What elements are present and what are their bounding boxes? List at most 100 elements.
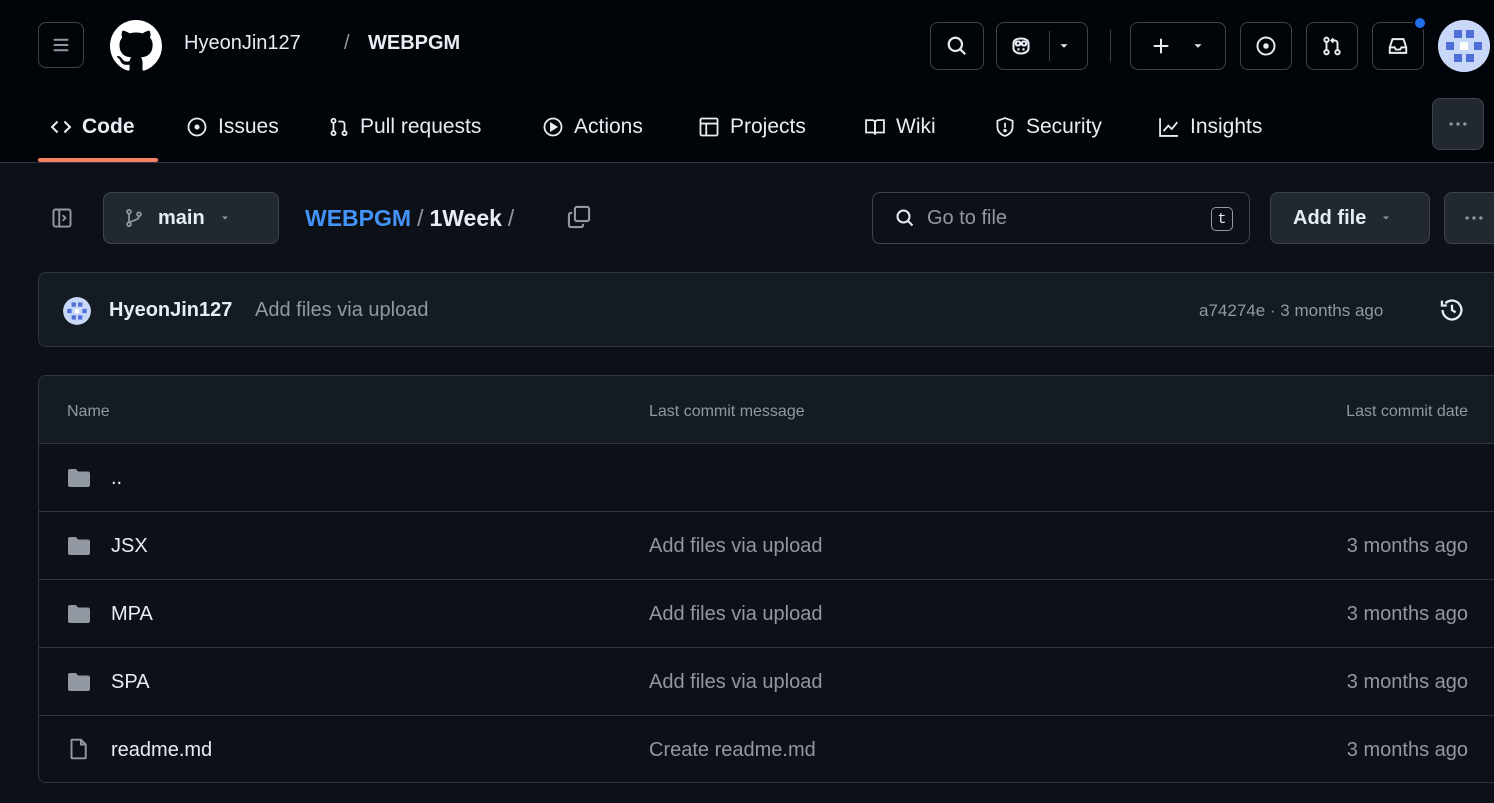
graph-icon — [1159, 118, 1178, 137]
branch-selector[interactable]: main — [103, 192, 279, 244]
inbox-icon — [1388, 38, 1408, 54]
table-row[interactable]: MPA Add files via upload 3 months ago — [39, 580, 1494, 648]
add-file-label: Add file — [1293, 206, 1367, 229]
history-button[interactable] — [1439, 297, 1465, 323]
chevron-down-icon — [1383, 216, 1390, 220]
breadcrumb-owner[interactable]: HyeonJin127 — [184, 32, 301, 55]
column-last-commit-message: Last commit message — [649, 403, 805, 420]
row-commit-message[interactable]: Add files via upload — [649, 603, 822, 626]
pull-requests-button[interactable] — [1306, 22, 1358, 70]
add-file-button[interactable]: Add file — [1270, 192, 1430, 244]
shield-icon — [996, 117, 1014, 137]
table-header: Name Last commit message Last commit dat… — [39, 376, 1494, 444]
avatar[interactable] — [1438, 20, 1490, 72]
table-row[interactable]: JSX Add files via upload 3 months ago — [39, 512, 1494, 580]
tab-label: Security — [1026, 115, 1102, 138]
table-row[interactable]: SPA Add files via upload 3 months ago — [39, 648, 1494, 716]
hamburger-icon — [53, 38, 69, 52]
issues-button[interactable] — [1240, 22, 1292, 70]
repo-nav: Code Issues Pull requests Actions Projec… — [0, 98, 1494, 162]
row-commit-message[interactable]: Add files via upload — [649, 535, 822, 558]
tab-security[interactable]: Security — [994, 100, 1102, 154]
file-name[interactable]: readme.md — [111, 739, 212, 762]
active-tab-underline — [38, 158, 158, 162]
column-name: Name — [67, 403, 110, 420]
file-table: Name Last commit message Last commit dat… — [38, 375, 1494, 783]
notification-dot — [1413, 16, 1427, 30]
tab-wiki[interactable]: Wiki — [864, 100, 936, 154]
git-pull-request-icon — [330, 117, 348, 137]
git-branch-icon — [126, 209, 142, 227]
book-icon — [865, 119, 885, 135]
chevron-down-icon — [1060, 44, 1068, 48]
pull-request-icon — [1323, 36, 1341, 56]
commit-author[interactable]: HyeonJin127 — [109, 299, 232, 322]
folder-icon — [68, 537, 90, 555]
tab-label: Actions — [574, 115, 643, 138]
github-logo-icon[interactable] — [110, 20, 162, 72]
tab-label: Projects — [730, 115, 806, 138]
path-current: 1Week — [429, 205, 502, 231]
folder-icon — [68, 605, 90, 623]
chevron-down-icon — [221, 216, 228, 220]
copy-path-button[interactable] — [566, 204, 592, 230]
commit-hash-time[interactable]: a74274e · 3 months ago — [1199, 301, 1383, 321]
create-new-button[interactable] — [1130, 22, 1226, 70]
table-icon — [699, 117, 719, 137]
more-tabs-button[interactable] — [1432, 98, 1484, 150]
tab-code[interactable]: Code — [50, 100, 135, 154]
tab-label: Code — [82, 115, 135, 138]
copy-icon — [567, 205, 591, 229]
menu-button[interactable] — [38, 22, 84, 68]
sidebar-expand-button[interactable] — [48, 204, 76, 232]
path-separator: / — [417, 205, 424, 231]
search-icon — [896, 209, 914, 227]
shortcut-key-badge: t — [1211, 207, 1233, 231]
path-root-link[interactable]: WEBPGM — [305, 205, 411, 232]
tab-pull-requests[interactable]: Pull requests — [328, 100, 481, 154]
tab-projects[interactable]: Projects — [698, 100, 806, 154]
issue-icon — [1256, 36, 1276, 56]
file-name[interactable]: JSX — [111, 535, 148, 558]
commit-message[interactable]: Add files via upload — [255, 299, 428, 322]
issue-opened-icon — [187, 117, 207, 137]
search-button[interactable] — [930, 22, 984, 70]
go-to-file-search[interactable]: t — [872, 192, 1250, 244]
file-name[interactable]: SPA — [111, 671, 150, 694]
file-name[interactable]: MPA — [111, 603, 153, 626]
column-last-commit-date: Last commit date — [1346, 403, 1468, 420]
branch-name: main — [158, 206, 205, 229]
row-commit-date: 3 months ago — [1346, 671, 1468, 693]
play-icon — [543, 117, 563, 137]
tab-label: Insights — [1190, 115, 1263, 138]
tab-insights[interactable]: Insights — [1158, 100, 1262, 154]
folder-icon — [68, 673, 90, 691]
author-avatar[interactable] — [63, 297, 91, 325]
file-icon — [70, 738, 87, 760]
row-commit-message[interactable]: Create readme.md — [649, 739, 816, 762]
plus-icon — [1153, 38, 1169, 54]
header-divider — [1110, 30, 1111, 62]
kebab-horizontal-icon — [1465, 216, 1483, 220]
tab-actions[interactable]: Actions — [542, 100, 643, 154]
row-commit-date: 3 months ago — [1346, 535, 1468, 557]
tab-issues[interactable]: Issues — [186, 100, 279, 154]
copilot-button[interactable] — [996, 22, 1088, 70]
tab-label: Pull requests — [360, 115, 482, 138]
parent-directory-label[interactable]: .. — [111, 467, 122, 490]
code-icon — [50, 120, 72, 134]
copilot-divider — [1049, 31, 1050, 61]
parent-directory-row[interactable]: .. — [39, 444, 1494, 512]
sidebar-expand-icon — [52, 208, 72, 228]
breadcrumb-repo[interactable]: WEBPGM — [368, 32, 460, 55]
row-commit-message[interactable]: Add files via upload — [649, 671, 822, 694]
go-to-file-input[interactable] — [927, 206, 1177, 230]
path-separator: / — [507, 205, 515, 231]
row-commit-date: 3 months ago — [1346, 739, 1468, 761]
global-header: HyeonJin127 / WEBPGM Code Issues Pull re… — [0, 0, 1494, 163]
latest-commit-bar: HyeonJin127 Add files via upload a74274e… — [38, 272, 1494, 347]
tab-label: Wiki — [896, 115, 936, 138]
copilot-icon — [1012, 37, 1030, 55]
more-options-button[interactable] — [1444, 192, 1494, 244]
table-row[interactable]: readme.md Create readme.md 3 months ago — [39, 716, 1494, 782]
